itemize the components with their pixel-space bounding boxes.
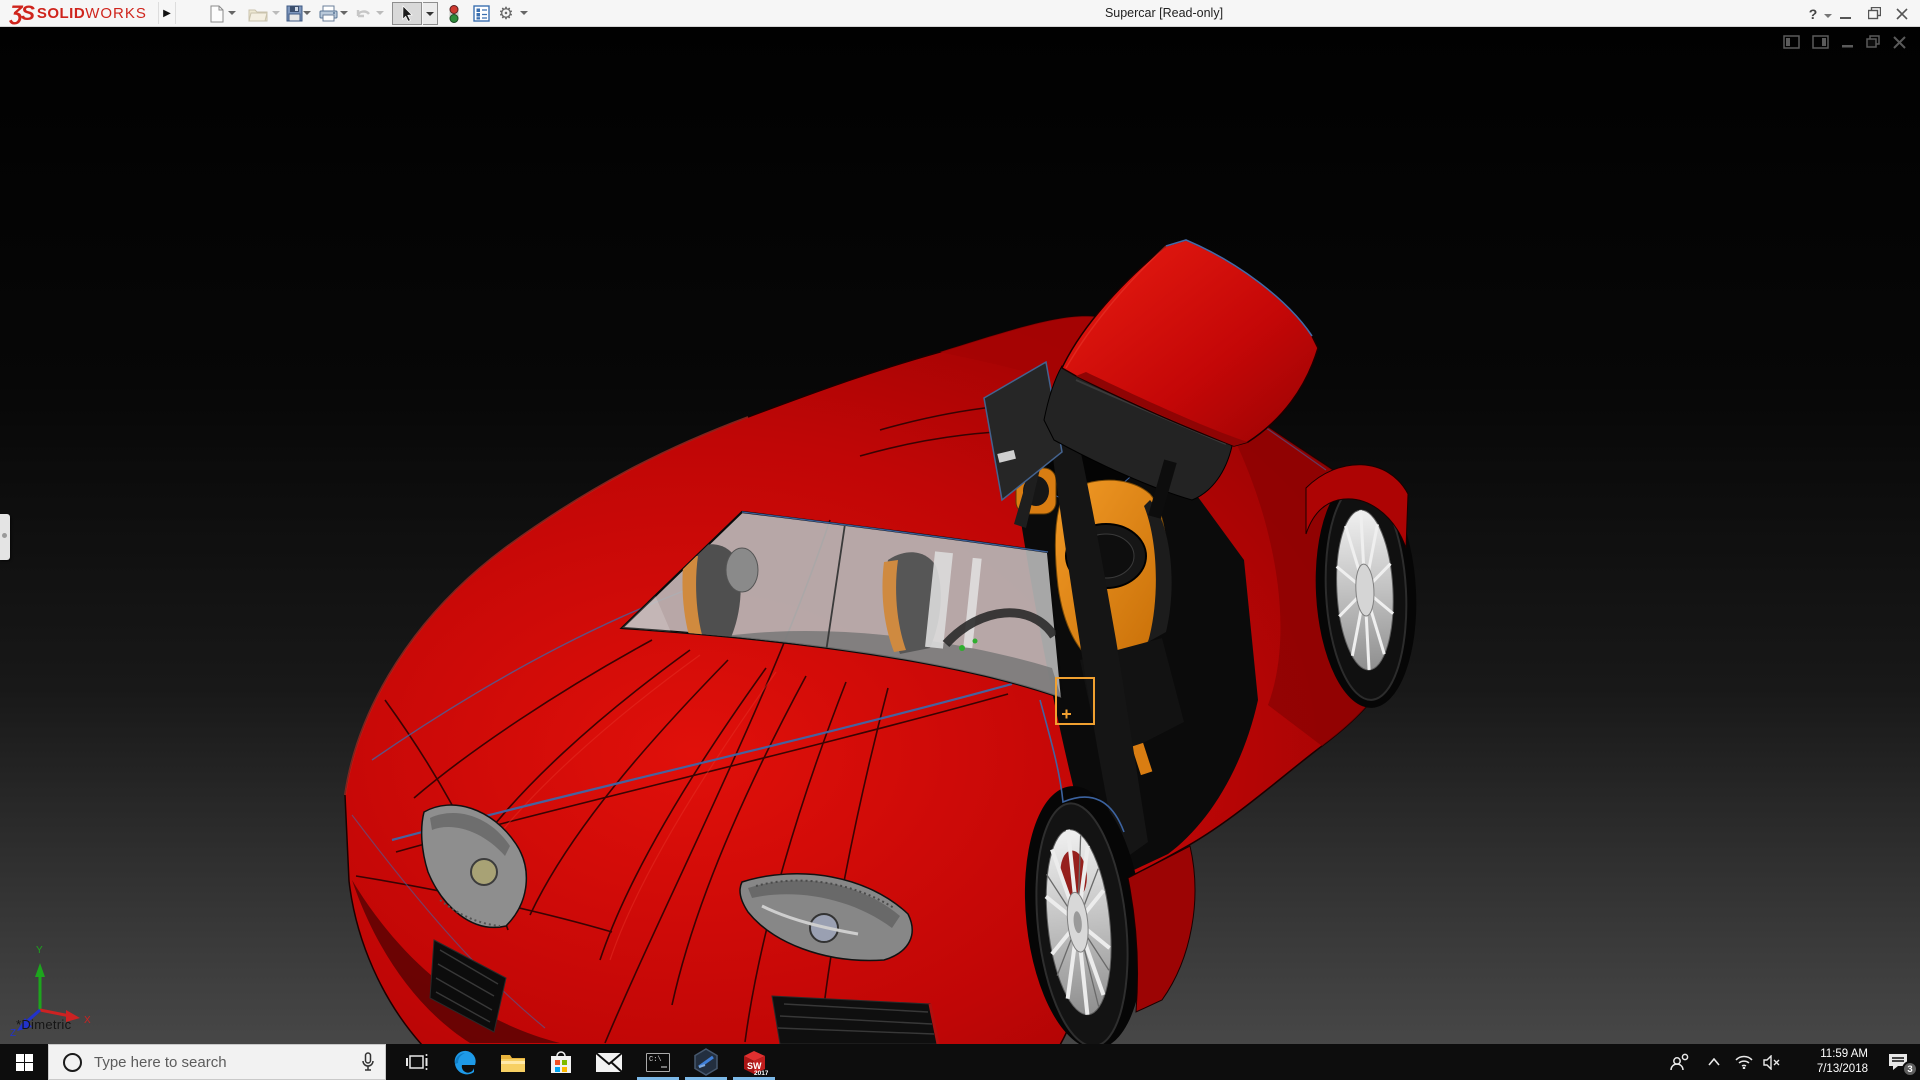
edge-browser-button[interactable] — [441, 1044, 489, 1080]
solidworks-logo-glyph: ƷS — [10, 2, 33, 26]
solidworks-logo: ƷS SOLIDWORKS — [10, 2, 147, 25]
mail-button[interactable] — [585, 1044, 633, 1080]
clock-date: 7/13/2018 — [1792, 1062, 1868, 1077]
taskbar-search[interactable] — [48, 1044, 386, 1080]
feature-manager-flyout-tab[interactable] — [0, 514, 10, 560]
people-button[interactable] — [1660, 1044, 1698, 1080]
undo-button[interactable] — [352, 3, 374, 24]
hexagon-app-icon — [693, 1048, 719, 1076]
pane-right-icon[interactable] — [1812, 35, 1829, 49]
undo-dropdown[interactable] — [376, 11, 384, 15]
edge-icon — [452, 1049, 478, 1075]
menu-flyout-arrow[interactable]: ▶ — [158, 2, 176, 24]
windows-taskbar: C:\ SW 2017 — [0, 1044, 1920, 1080]
print-button[interactable] — [317, 3, 339, 24]
chevron-up-icon — [1708, 1058, 1720, 1066]
search-input[interactable] — [94, 1054, 334, 1071]
network-button[interactable] — [1730, 1044, 1758, 1080]
clock-time: 11:59 AM — [1792, 1047, 1868, 1062]
volume-muted-icon — [1763, 1055, 1781, 1070]
desktop-screen: ƷS SOLIDWORKS ▶ — [0, 0, 1920, 1080]
file-properties-button[interactable] — [470, 3, 492, 24]
windows-logo-icon — [16, 1054, 33, 1071]
svg-text:Y: Y — [36, 945, 43, 956]
doc-close-icon[interactable] — [1893, 35, 1906, 49]
folder-icon — [500, 1052, 526, 1073]
window-title: Supercar [Read-only] — [1105, 6, 1223, 20]
view-orientation-label: *Dimetric — [16, 1017, 71, 1032]
new-document-button[interactable] — [206, 3, 228, 24]
wifi-icon — [1735, 1055, 1753, 1069]
pane-left-icon[interactable] — [1783, 35, 1800, 49]
solidworks-taskbar-button[interactable]: SW 2017 — [730, 1044, 778, 1080]
task-view-button[interactable] — [393, 1044, 441, 1080]
command-prompt-icon: C:\ — [646, 1053, 670, 1072]
solidworks-titlebar: ƷS SOLIDWORKS ▶ — [0, 0, 1920, 27]
supercar-3d-model[interactable] — [0, 27, 1920, 1044]
options-gear-icon[interactable]: ⚙ — [495, 3, 517, 24]
open-button[interactable] — [247, 3, 269, 24]
print-dropdown[interactable] — [340, 11, 348, 15]
start-button[interactable] — [0, 1044, 48, 1080]
front-grille-right — [772, 996, 938, 1044]
taskbar-clock[interactable]: 11:59 AM 7/13/2018 — [1792, 1047, 1868, 1077]
microphone-icon[interactable] — [361, 1052, 375, 1073]
hexagon-app-button[interactable] — [682, 1044, 730, 1080]
select-tool-dropdown[interactable] — [423, 2, 438, 25]
svg-text:X: X — [84, 1015, 91, 1026]
mate-indicator-green — [959, 645, 965, 651]
people-icon — [1669, 1053, 1689, 1072]
open-dropdown[interactable] — [272, 11, 280, 15]
doc-restore-icon[interactable] — [1866, 35, 1881, 49]
close-button[interactable] — [1888, 0, 1916, 27]
graphics-viewport[interactable]: Y X Z *Dimetric — [0, 27, 1920, 1044]
minimize-button[interactable] — [1832, 0, 1860, 27]
svg-text:2017: 2017 — [754, 1070, 768, 1076]
store-button[interactable] — [537, 1044, 585, 1080]
action-center-button[interactable]: 3 — [1876, 1044, 1920, 1080]
hidden-icons-button[interactable] — [1698, 1044, 1730, 1080]
doc-minimize-icon[interactable] — [1841, 35, 1854, 49]
file-explorer-button[interactable] — [489, 1044, 537, 1080]
solidworks-app-icon: SW 2017 — [740, 1048, 768, 1076]
store-icon — [549, 1050, 573, 1075]
rebuild-traffic-light-icon[interactable] — [443, 3, 465, 24]
help-dropdown[interactable] — [1824, 14, 1832, 18]
save-dropdown[interactable] — [303, 11, 311, 15]
notification-badge: 3 — [1902, 1061, 1918, 1077]
help-button[interactable]: ? — [1802, 0, 1824, 27]
options-dropdown[interactable] — [520, 11, 528, 15]
new-document-dropdown[interactable] — [228, 11, 236, 15]
mail-icon — [596, 1053, 622, 1072]
restore-button[interactable] — [1860, 0, 1888, 27]
document-window-controls — [1783, 35, 1906, 49]
select-tool-button[interactable] — [392, 2, 422, 25]
command-prompt-button[interactable]: C:\ — [634, 1044, 682, 1080]
cortana-icon[interactable] — [63, 1053, 82, 1072]
save-button[interactable] — [283, 3, 305, 24]
volume-button[interactable] — [1758, 1044, 1786, 1080]
